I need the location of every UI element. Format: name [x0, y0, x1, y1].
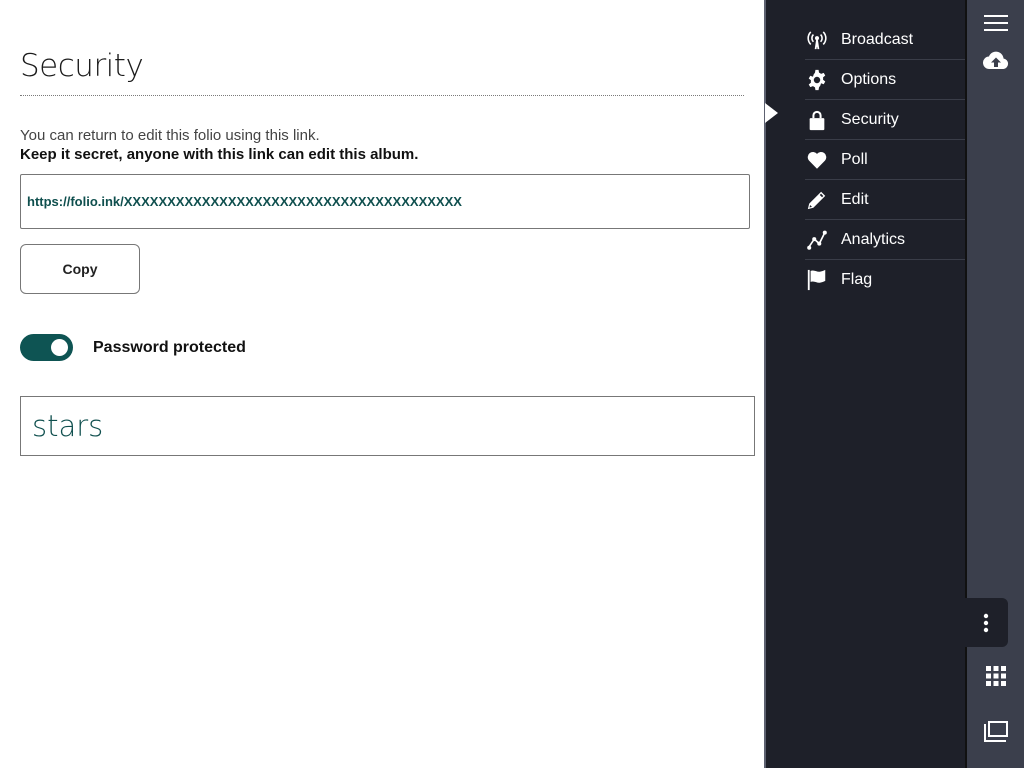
edit-link-input[interactable]: [27, 194, 727, 209]
menu-item-security[interactable]: Security: [805, 100, 965, 140]
page-title: Security: [20, 48, 144, 84]
grid-icon[interactable]: [967, 661, 1024, 691]
menu-item-label: Edit: [841, 190, 869, 208]
toggle-knob: [51, 339, 68, 356]
password-field[interactable]: [20, 396, 755, 456]
menu-item-broadcast[interactable]: Broadcast: [805, 20, 965, 60]
flag-icon: [805, 268, 829, 292]
menu-item-poll[interactable]: Poll: [805, 140, 965, 180]
heart-icon: [805, 148, 829, 172]
pencil-icon: [805, 188, 829, 212]
analytics-icon: [805, 228, 829, 252]
windows-icon[interactable]: [967, 716, 1024, 746]
menu-item-analytics[interactable]: Analytics: [805, 220, 965, 260]
more-vertical-icon: [983, 613, 988, 632]
title-divider: [20, 95, 744, 96]
gear-icon: [805, 68, 829, 92]
info-text: You can return to edit this folio using …: [20, 127, 320, 144]
menu-item-edit[interactable]: Edit: [805, 180, 965, 220]
menu-item-flag[interactable]: Flag: [805, 260, 965, 299]
menu-item-options[interactable]: Options: [805, 60, 965, 100]
warning-text: Keep it secret, anyone with this link ca…: [20, 146, 419, 163]
security-page: Security You can return to edit this fol…: [0, 0, 764, 768]
menu-item-label: Broadcast: [841, 30, 914, 48]
side-menu: Broadcast Options Security Poll Edit Ana…: [805, 20, 965, 299]
cloud-upload-icon[interactable]: [967, 48, 1024, 74]
menu-item-label: Options: [841, 70, 897, 88]
menu-item-label: Analytics: [841, 230, 906, 248]
more-options-button[interactable]: [963, 598, 1008, 647]
broadcast-icon: [805, 28, 829, 52]
menu-item-label: Security: [841, 110, 899, 128]
password-toggle[interactable]: [20, 334, 73, 361]
panel-pointer: [765, 103, 778, 123]
menu-item-label: Poll: [841, 150, 868, 168]
lock-icon: [805, 108, 829, 132]
menu-item-label: Flag: [841, 270, 873, 288]
password-toggle-label: Password protected: [93, 339, 246, 356]
right-rail: [965, 0, 1024, 768]
hamburger-menu-icon[interactable]: [967, 10, 1024, 36]
edit-link-field[interactable]: [20, 174, 750, 229]
password-input[interactable]: [32, 409, 722, 443]
copy-button[interactable]: Copy: [20, 244, 140, 294]
